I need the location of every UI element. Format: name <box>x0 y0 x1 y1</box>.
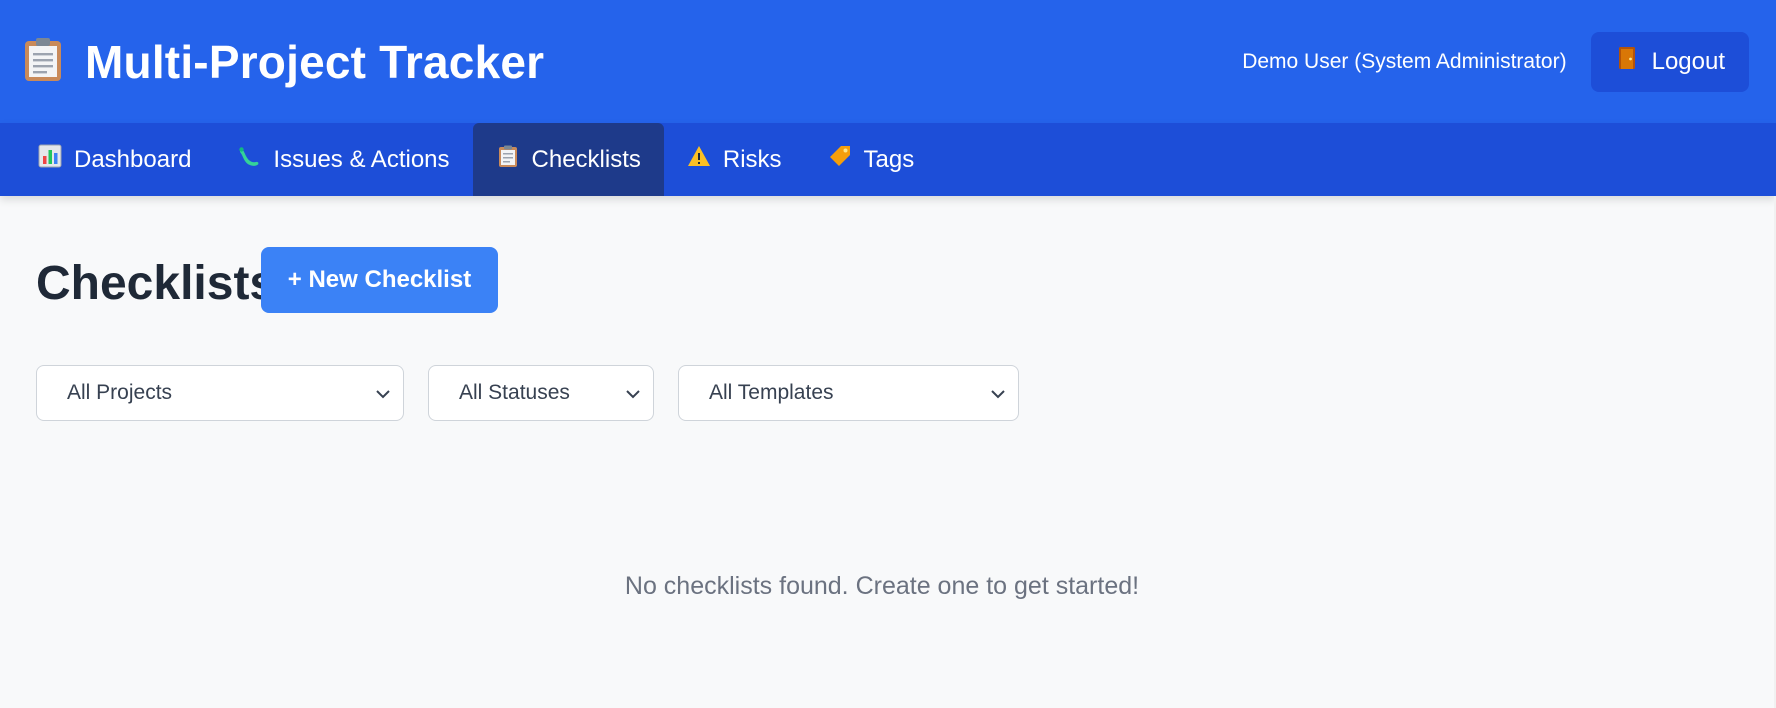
nav-label-risks: Risks <box>722 145 782 173</box>
status-filter-value: All Statuses <box>459 381 570 404</box>
chevron-down-icon <box>375 381 391 405</box>
top-header: Multi-Project Tracker Demo User (System … <box>0 0 1776 123</box>
chevron-down-icon <box>990 381 1006 405</box>
page-title: Checklists <box>36 257 277 310</box>
empty-state-message: No checklists found. Create one to get s… <box>624 572 1140 600</box>
nav-item-checklists[interactable]: Checklists <box>472 123 664 196</box>
clipboard-icon <box>23 36 63 87</box>
brand: Multi-Project Tracker <box>23 35 544 89</box>
main-nav: Dashboard Issues & Actions Checklists Ri… <box>0 123 1776 196</box>
nav-label-issues-actions: Issues & Actions <box>273 145 450 173</box>
tag-icon <box>828 144 852 175</box>
chevron-down-icon <box>625 381 641 405</box>
status-filter-select[interactable]: All Statuses <box>428 365 654 421</box>
nav-item-tags[interactable]: Tags <box>805 123 938 196</box>
template-filter-value: All Templates <box>709 381 834 404</box>
clipboard-icon <box>496 144 520 175</box>
user-area: Demo User (System Administrator) Logout <box>1242 31 1749 92</box>
nav-item-risks[interactable]: Risks <box>664 123 805 196</box>
nav-item-issues-actions[interactable]: Issues & Actions <box>214 123 472 196</box>
project-filter-select[interactable]: All Projects <box>36 365 404 421</box>
nav-label-checklists: Checklists <box>531 145 641 173</box>
bar-chart-icon <box>38 144 62 175</box>
project-filter-value: All Projects <box>67 381 173 404</box>
bug-icon <box>237 144 261 175</box>
new-checklist-button[interactable]: + New Checklist <box>261 247 498 313</box>
nav-label-tags: Tags <box>863 145 915 173</box>
warning-icon <box>687 144 711 175</box>
logout-label: Logout <box>1651 47 1725 75</box>
app-title: Multi-Project Tracker <box>85 35 545 88</box>
nav-label-dashboard: Dashboard <box>74 145 192 173</box>
app-root: Multi-Project Tracker Demo User (System … <box>0 0 1776 708</box>
door-icon <box>1618 46 1636 77</box>
current-user-label: Demo User (System Administrator) <box>1242 49 1567 73</box>
template-filter-select[interactable]: All Templates <box>678 365 1019 421</box>
nav-item-dashboard[interactable]: Dashboard <box>15 123 214 196</box>
logout-button[interactable]: Logout <box>1590 31 1749 92</box>
